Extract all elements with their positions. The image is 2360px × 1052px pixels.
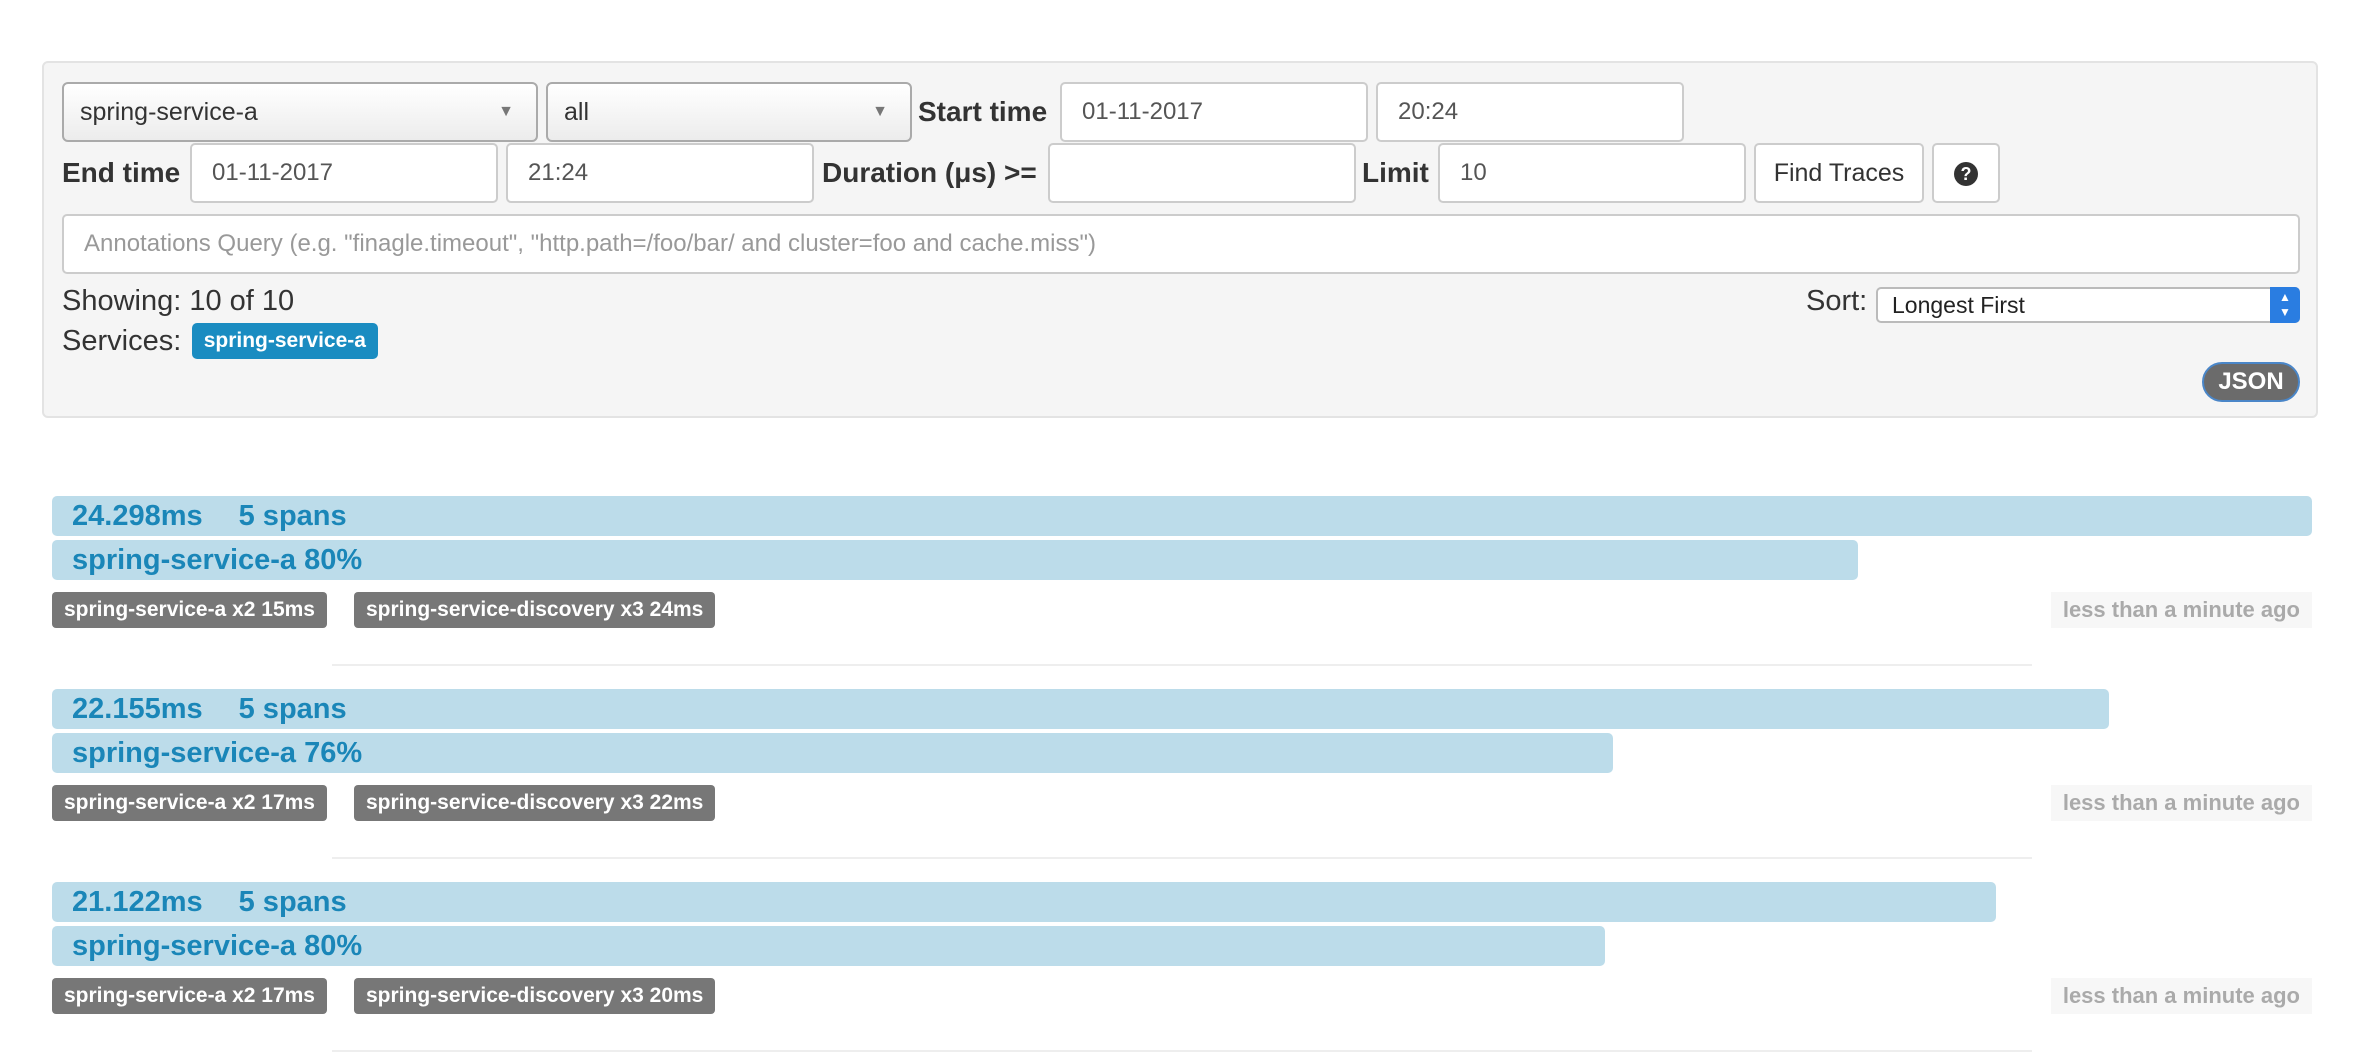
service-duration-tag: spring-service-discovery x3 20ms — [354, 978, 716, 1014]
start-date-input[interactable]: 01-11-2017 — [1060, 82, 1368, 142]
services-row: Services: spring-service-a — [62, 323, 378, 359]
service-select[interactable]: spring-service-a ▼ — [62, 82, 538, 142]
trace-service-label: spring-service-a 76% — [72, 737, 363, 769]
help-button[interactable]: ? — [1932, 143, 2000, 203]
start-time-label: Start time — [918, 96, 1048, 127]
span-select[interactable]: all ▼ — [546, 82, 912, 142]
json-button[interactable]: JSON — [2202, 362, 2300, 402]
trace-duration: 21.122ms — [72, 886, 203, 918]
search-panel: spring-service-a ▼ all ▼ Start time 01-1… — [42, 61, 2318, 418]
start-time-input[interactable]: 20:24 — [1376, 82, 1684, 142]
services-label: Services: — [62, 325, 182, 357]
trace-duration: 22.155ms — [72, 693, 203, 725]
trace-timestamp: less than a minute ago — [2050, 785, 2312, 821]
service-duration-tag: spring-service-discovery x3 22ms — [354, 785, 716, 821]
span-select-value: all — [564, 98, 590, 126]
service-duration-tag: spring-service-a x2 17ms — [52, 785, 327, 821]
showing-count: Showing: 10 of 10 — [62, 285, 295, 317]
service-badge[interactable]: spring-service-a — [191, 323, 378, 359]
trace-span-count: 5 spans — [238, 500, 347, 532]
trace-span-count: 5 spans — [238, 886, 347, 918]
service-duration-tag: spring-service-a x2 15ms — [52, 592, 327, 628]
duration-input[interactable] — [1048, 143, 1356, 203]
annotations-query-input[interactable]: Annotations Query (e.g. "finagle.timeout… — [62, 214, 2300, 274]
trace-duration-bar[interactable]: 22.155ms 5 spans — [52, 689, 2109, 729]
trace-service-bar[interactable]: spring-service-a 76% — [52, 733, 1613, 773]
duration-label: Duration (μs) >= — [822, 157, 1037, 188]
select-arrows-icon: ▲ ▼ — [2270, 287, 2300, 323]
service-duration-tag: spring-service-a x2 17ms — [52, 978, 327, 1014]
service-duration-tag: spring-service-discovery x3 24ms — [354, 592, 716, 628]
end-time-input[interactable]: 21:24 — [506, 143, 814, 203]
trace-timestamp: less than a minute ago — [2050, 592, 2312, 628]
service-select-value: spring-service-a — [80, 98, 258, 126]
sort-label: Sort: — [1806, 285, 1868, 317]
sort-select-value: Longest First — [1892, 292, 2025, 318]
trace-duration: 24.298ms — [72, 500, 203, 532]
trace-divider — [332, 664, 2032, 666]
trace-service-bar[interactable]: spring-service-a 80% — [52, 540, 1858, 580]
trace-span-count: 5 spans — [238, 693, 347, 725]
find-traces-button[interactable]: Find Traces — [1754, 143, 1924, 203]
trace-divider — [332, 857, 2032, 859]
chevron-down-icon: ▼ — [872, 103, 888, 120]
trace-timestamp: less than a minute ago — [2050, 978, 2312, 1014]
limit-label: Limit — [1362, 157, 1429, 188]
trace-service-label: spring-service-a 80% — [72, 544, 363, 576]
end-time-label: End time — [62, 157, 181, 188]
question-circle-icon: ? — [1954, 162, 1978, 187]
trace-duration-bar[interactable]: 24.298ms 5 spans — [52, 496, 2312, 536]
trace-service-bar[interactable]: spring-service-a 80% — [52, 926, 1605, 966]
limit-input[interactable]: 10 — [1438, 143, 1746, 203]
chevron-down-icon: ▼ — [498, 103, 514, 120]
trace-service-label: spring-service-a 80% — [72, 930, 363, 962]
end-date-input[interactable]: 01-11-2017 — [190, 143, 498, 203]
sort-select[interactable]: Longest First ▲ ▼ — [1876, 287, 2300, 323]
trace-duration-bar[interactable]: 21.122ms 5 spans — [52, 882, 1996, 922]
